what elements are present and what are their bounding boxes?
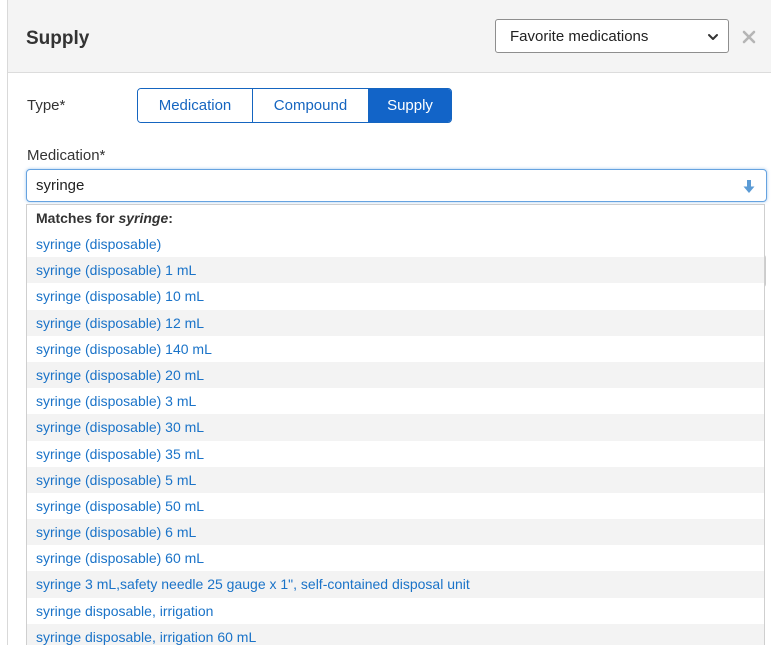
matches-list: syringe (disposable) syringe (disposable)… xyxy=(27,231,764,645)
type-supply-button[interactable]: Supply xyxy=(368,89,451,122)
match-item[interactable]: syringe (disposable) 140 mL xyxy=(27,336,764,362)
favorite-medications-select-value: Favorite medications xyxy=(510,28,649,45)
match-item[interactable]: syringe disposable, irrigation 60 mL xyxy=(27,623,764,645)
medication-label: Medication* xyxy=(27,147,106,164)
match-item[interactable]: syringe disposable, irrigation xyxy=(27,598,764,624)
type-medication-button[interactable]: Medication xyxy=(138,89,252,122)
arrow-down-icon[interactable] xyxy=(742,179,756,194)
match-item[interactable]: syringe (disposable) 6 mL xyxy=(27,519,764,546)
type-label: Type* xyxy=(27,97,66,114)
modal-header: Supply Favorite medications xyxy=(8,0,771,73)
medication-search-input[interactable]: syringe xyxy=(26,169,767,202)
match-item[interactable]: syringe (disposable) 5 mL xyxy=(27,466,764,493)
match-item[interactable]: syringe (disposable) 60 mL xyxy=(27,545,764,571)
match-item[interactable]: syringe (disposable) 1 mL xyxy=(27,257,764,284)
match-item[interactable]: syringe (disposable) 30 mL xyxy=(27,414,764,441)
match-item[interactable]: syringe (disposable) xyxy=(27,231,764,257)
match-item[interactable]: syringe (disposable) 50 mL xyxy=(27,493,764,519)
supply-modal: Supply Favorite medications Type* Medica… xyxy=(7,0,771,645)
close-icon[interactable] xyxy=(739,27,759,47)
favorite-medications-select[interactable]: Favorite medications xyxy=(495,19,729,53)
match-item[interactable]: syringe (disposable) 12 mL xyxy=(27,309,764,336)
match-item[interactable]: syringe (disposable) 20 mL xyxy=(27,361,764,389)
match-item[interactable]: syringe (disposable) 3 mL xyxy=(27,388,764,414)
medication-search-value: syringe xyxy=(36,177,85,194)
match-item[interactable]: syringe (disposable) 35 mL xyxy=(27,441,764,467)
chevron-down-icon xyxy=(708,34,718,40)
type-compound-button[interactable]: Compound xyxy=(252,89,368,122)
matches-header: Matches for syringe: xyxy=(36,210,173,226)
modal-title: Supply xyxy=(26,28,90,49)
type-segmented-control: Medication Compound Supply xyxy=(137,88,452,123)
match-item[interactable]: syringe 3 mL,safety needle 25 gauge x 1"… xyxy=(27,571,764,598)
medication-matches-dropdown: Matches for syringe: syringe (disposable… xyxy=(26,204,765,645)
match-item[interactable]: syringe (disposable) 10 mL xyxy=(27,283,764,309)
